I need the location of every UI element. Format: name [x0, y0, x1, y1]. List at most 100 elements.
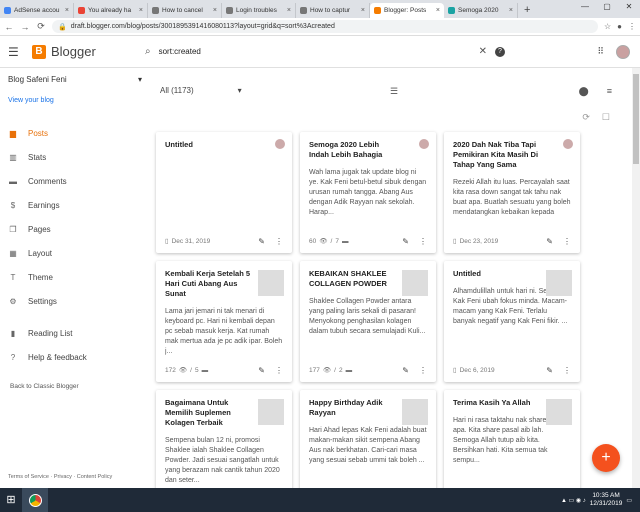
tab-close-icon[interactable]: ×	[436, 7, 440, 14]
more-options-icon[interactable]: ⋮	[275, 366, 283, 375]
select-all-checkbox[interactable]: ☐	[602, 112, 610, 123]
sidebar-item-settings[interactable]: ⚙ Settings	[0, 289, 150, 313]
posts-filter[interactable]: All (1173) ▾	[160, 86, 242, 95]
label-icon[interactable]: ⬤	[579, 86, 589, 97]
post-title[interactable]: Bagaimana Untuk Memilih Suplemen Kolagen…	[165, 398, 255, 428]
post-title[interactable]: Untitled	[165, 140, 255, 150]
edit-icon[interactable]: ✎	[546, 366, 553, 375]
maximize-icon[interactable]: ▢	[596, 0, 618, 14]
account-avatar[interactable]	[616, 44, 630, 59]
sidebar-item-stats[interactable]: ▥ Stats	[0, 145, 150, 169]
clear-search-icon[interactable]: ✕	[479, 46, 487, 57]
browser-tab[interactable]: How to cancel ×	[148, 3, 222, 18]
refresh-icon[interactable]: ⟳	[582, 112, 590, 123]
tab-close-icon[interactable]: ×	[213, 7, 217, 14]
list-view-icon[interactable]: ☰	[390, 86, 398, 97]
post-title[interactable]: Terima Kasih Ya Allah	[453, 398, 543, 408]
sidebar-item-theme[interactable]: T Theme	[0, 265, 150, 289]
star-icon[interactable]: ☆	[604, 22, 611, 31]
tab-close-icon[interactable]: ×	[287, 7, 291, 14]
blog-selector[interactable]: Blog Safeni Feni ▾	[0, 68, 150, 84]
view-blog-link[interactable]: View your blog	[0, 84, 150, 104]
post-card[interactable]: Kembali Kerja Setelah 5 Hari Cuti Abang …	[156, 261, 292, 382]
notifications-icon[interactable]: ▭	[626, 497, 632, 504]
forward-icon[interactable]: →	[20, 22, 30, 32]
post-snippet: Rezeki Allah itu luas. Percayalah saat k…	[453, 179, 571, 216]
eye-icon: 👁	[319, 238, 328, 245]
help-icon[interactable]: ?	[495, 46, 505, 57]
post-card[interactable]: Untitled ▯ Dec 31, 2019 ✎ ⋮	[156, 132, 292, 253]
new-post-button[interactable]: +	[592, 444, 620, 472]
sidebar-item-earnings[interactable]: $ Earnings	[0, 193, 150, 217]
post-title[interactable]: 2020 Dah Nak Tiba Tapi Pemikiran Kita Ma…	[453, 140, 543, 170]
tab-title: Blogger: Posts	[384, 7, 427, 14]
footer-links[interactable]: Terms of Service · Privacy · Content Pol…	[8, 474, 112, 480]
browser-tab[interactable]: How to captur ×	[296, 3, 370, 18]
more-options-icon[interactable]: ⋮	[563, 366, 571, 375]
post-card[interactable]: KEBAIKAN SHAKLEE COLLAGEN POWDER Shaklee …	[300, 261, 436, 382]
new-tab-icon[interactable]: +	[524, 4, 530, 16]
tab-close-icon[interactable]: ×	[139, 7, 143, 14]
tab-close-icon[interactable]: ×	[509, 7, 513, 14]
browser-tab[interactable]: Login troubles ×	[222, 3, 296, 18]
tab-close-icon[interactable]: ×	[65, 7, 69, 14]
reload-icon[interactable]: ⟳	[36, 21, 46, 32]
edit-icon[interactable]: ✎	[402, 366, 409, 375]
more-options-icon[interactable]: ⋮	[419, 366, 427, 375]
search-icon[interactable]: ⌕	[145, 46, 151, 57]
windows-start-icon[interactable]: ⊞	[0, 488, 22, 512]
sidebar-item-comments[interactable]: ▬ Comments	[0, 169, 150, 193]
post-card[interactable]: 2020 Dah Nak Tiba Tapi Pemikiran Kita Ma…	[444, 132, 580, 253]
hamburger-menu-icon[interactable]: ☰	[8, 45, 32, 59]
scrollbar[interactable]	[632, 68, 640, 488]
search-input[interactable]: sort:created	[159, 47, 471, 56]
tray-icons[interactable]: ▲ ▭ ◉ ♪	[561, 497, 586, 504]
edit-icon[interactable]: ✎	[258, 237, 265, 246]
profile-icon[interactable]: ●	[617, 22, 622, 31]
sidebar-item-label: Help & feedback	[28, 352, 87, 362]
search-bar[interactable]: ⌕ sort:created ✕ ?	[145, 46, 505, 57]
sidebar-item-pages[interactable]: ❐ Pages	[0, 217, 150, 241]
post-title[interactable]: Semoga 2020 Lebih Indah Lebih Bahagia	[309, 140, 399, 160]
browser-tab[interactable]: Blogger: Posts ×	[370, 3, 444, 18]
post-title[interactable]: Happy Birthday Adik Rayyan	[309, 398, 399, 418]
minimize-icon[interactable]: —	[574, 0, 596, 14]
nav-icon: ▬	[9, 176, 17, 186]
post-title[interactable]: KEBAIKAN SHAKLEE COLLAGEN POWDER	[309, 269, 399, 289]
edit-icon[interactable]: ✎	[258, 366, 265, 375]
post-title[interactable]: Untitled	[453, 269, 543, 279]
classic-blogger-link[interactable]: Back to Classic Blogger	[0, 369, 150, 404]
url-field[interactable]: 🔒 draft.blogger.com/blog/posts/3001895391…	[52, 20, 598, 33]
sort-icon[interactable]: ≡	[607, 86, 612, 97]
apps-grid-icon[interactable]: ⠿	[597, 46, 604, 57]
browser-tab[interactable]: Semoga 2020 ×	[444, 3, 518, 18]
sidebar-item-posts[interactable]: ▆ Posts	[0, 121, 150, 145]
browser-tab[interactable]: You already ha ×	[74, 3, 148, 18]
blogger-logo[interactable]: B Blogger	[32, 44, 117, 59]
comment-count: 5	[194, 366, 199, 374]
clock[interactable]: 10:35 AM 12/31/2019	[590, 492, 623, 508]
sidebar-item-help-feedback[interactable]: ? Help & feedback	[0, 345, 150, 369]
tab-close-icon[interactable]: ×	[361, 7, 365, 14]
sidebar-item-reading-list[interactable]: ▮ Reading List	[0, 321, 150, 345]
back-icon[interactable]: ←	[4, 22, 14, 32]
post-card[interactable]: Untitled Alhamdulillah untuk hari ni. Sem…	[444, 261, 580, 382]
post-title[interactable]: Kembali Kerja Setelah 5 Hari Cuti Abang …	[165, 269, 255, 299]
close-window-icon[interactable]: ✕	[618, 0, 640, 14]
tab-favicon	[300, 7, 307, 14]
post-card[interactable]: Semoga 2020 Lebih Indah Lebih Bahagia Wah…	[300, 132, 436, 253]
nav-icon: ▦	[9, 248, 17, 258]
system-tray: ▲ ▭ ◉ ♪ 10:35 AM 12/31/2019 ▭	[561, 492, 632, 508]
edit-icon[interactable]: ✎	[402, 237, 409, 246]
more-options-icon[interactable]: ⋮	[419, 237, 427, 246]
tab-favicon	[4, 7, 11, 14]
post-snippet: Lama jari jemari ni tak menari di keyboa…	[165, 308, 283, 355]
more-options-icon[interactable]: ⋮	[275, 237, 283, 246]
browser-tab[interactable]: AdSense accou ×	[0, 3, 74, 18]
chrome-taskbar-icon[interactable]	[22, 488, 48, 512]
sidebar-item-layout[interactable]: ▦ Layout	[0, 241, 150, 265]
post-date: Dec 23, 2019	[459, 237, 499, 245]
more-options-icon[interactable]: ⋮	[563, 237, 571, 246]
edit-icon[interactable]: ✎	[546, 237, 553, 246]
menu-dots-icon[interactable]: ⋮	[628, 22, 636, 31]
